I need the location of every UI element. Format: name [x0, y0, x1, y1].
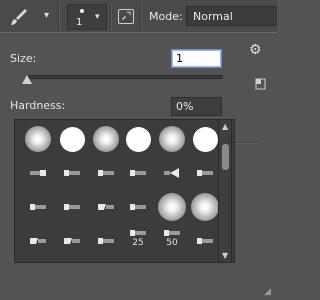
mode-label: Mode: — [149, 10, 183, 23]
brush-tip-soft-round[interactable] — [189, 191, 221, 223]
brush-list-scrollbar[interactable]: ▲ ▼ — [218, 119, 232, 263]
gear-icon[interactable]: ⚙ — [249, 42, 262, 58]
mode-select[interactable]: Normal — [186, 6, 277, 26]
brush-tip-size-label: 25 — [132, 237, 144, 248]
brush-icon[interactable] — [8, 6, 30, 28]
brush-tip-hard-round[interactable] — [189, 123, 221, 155]
brush-tip-hard-round[interactable] — [122, 123, 154, 155]
brush-tip-angled[interactable] — [22, 225, 54, 257]
brush-tip-preview — [80, 9, 84, 13]
brush-tip-bristle[interactable] — [122, 191, 154, 223]
tool-preset-caret-icon[interactable]: ▾ — [44, 10, 49, 21]
hardness-label: Hardness: — [10, 99, 66, 112]
chevron-down-icon: ▾ — [95, 12, 100, 22]
brush-tip-soft-round[interactable] — [156, 191, 188, 223]
brush-tip-bristle[interactable] — [189, 157, 221, 189]
brush-tip-bristle[interactable] — [56, 157, 88, 189]
brush-tip-bristle[interactable] — [90, 225, 122, 257]
brush-tip-hard-round[interactable] — [56, 123, 88, 155]
size-slider-track[interactable] — [27, 75, 223, 79]
brush-tip-bristle[interactable] — [22, 157, 54, 189]
separator — [58, 4, 60, 30]
brush-tip-soft-round[interactable] — [90, 123, 122, 155]
brush-tip-bristle[interactable] — [122, 157, 154, 189]
separator — [110, 4, 112, 30]
scroll-up-icon[interactable]: ▲ — [222, 122, 228, 131]
brush-tip-labeled[interactable]: 50 — [156, 222, 188, 254]
brush-tip-size-label: 50 — [166, 237, 178, 248]
size-slider-thumb[interactable] — [22, 75, 32, 84]
brush-tip-bristle[interactable] — [22, 191, 54, 223]
brush-tip-labeled[interactable]: 25 — [122, 222, 154, 254]
brush-tip-bristle[interactable] — [90, 157, 122, 189]
size-label: Size: — [10, 52, 37, 65]
size-input[interactable]: 1 — [171, 49, 222, 68]
brush-preset-picker[interactable]: 1 ▾ — [67, 4, 107, 30]
brush-tip-soft-round[interactable] — [156, 123, 188, 155]
scrollbar-thumb[interactable] — [222, 144, 229, 170]
brush-tip-angled[interactable] — [56, 225, 88, 257]
brush-tip-bristle[interactable] — [189, 225, 221, 257]
brush-tip-list: 25 50 — [14, 119, 235, 263]
separator — [140, 4, 142, 30]
brush-size-display: 1 — [76, 17, 83, 28]
hardness-input[interactable]: 0% — [171, 97, 222, 116]
brush-panel-toggle-icon[interactable] — [118, 9, 134, 24]
resize-grip-icon[interactable]: ◢ — [264, 287, 271, 297]
options-bar: ▾ 1 ▾ Mode: Normal — [0, 0, 277, 33]
brush-tip-soft-round[interactable] — [22, 123, 54, 155]
new-preset-icon[interactable] — [255, 78, 266, 90]
brush-tip-bristle[interactable] — [56, 191, 88, 223]
scroll-down-icon[interactable]: ▼ — [222, 251, 228, 260]
brush-tip-fan[interactable] — [156, 157, 188, 189]
brush-tip-angled[interactable] — [90, 191, 122, 223]
